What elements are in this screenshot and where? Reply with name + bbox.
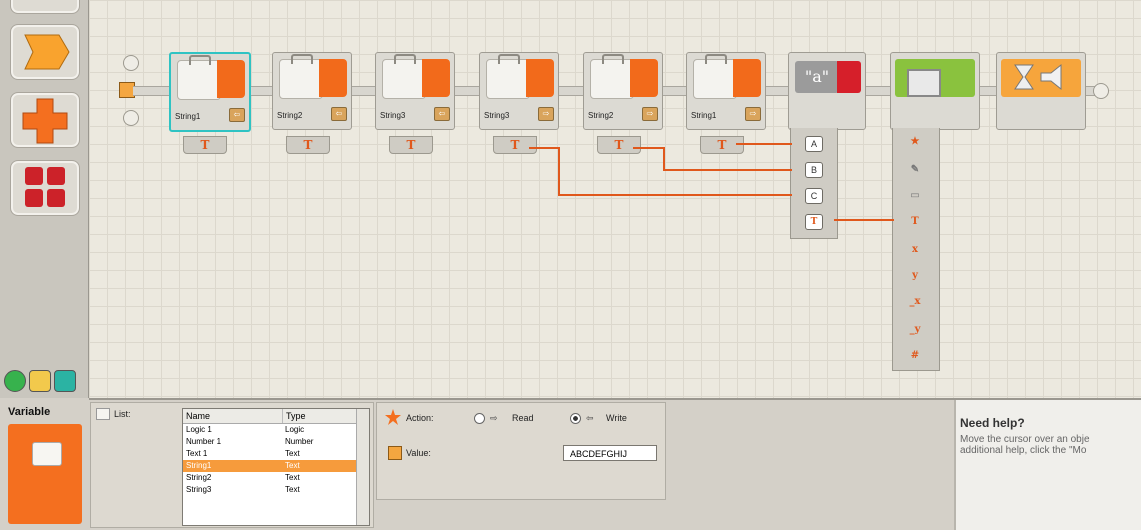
write-label: Write — [606, 413, 627, 423]
list-item[interactable]: String3 Text — [183, 484, 369, 496]
help-title: Need help? — [960, 416, 1025, 430]
list-item[interactable]: String2 Text — [183, 472, 369, 484]
variable-briefcase-icon — [8, 424, 82, 524]
help-panel: Need help? Move the cursor over an obje … — [954, 400, 1141, 530]
list-icon — [96, 408, 110, 420]
palette-flow-button[interactable] — [10, 24, 80, 80]
read-arrow-icon: ⇨ — [490, 413, 498, 423]
wire-string3-to-c — [529, 147, 792, 196]
flow-shape-icon — [24, 34, 70, 70]
block-palette — [0, 0, 89, 398]
panel-title: Variable — [8, 406, 51, 418]
read-radio[interactable] — [474, 413, 485, 424]
complete-tab-icon[interactable] — [29, 370, 51, 392]
plus-shape-icon — [22, 98, 68, 144]
grid-shape-icon — [25, 167, 65, 207]
list-scrollbar[interactable] — [356, 409, 369, 525]
write-radio[interactable] — [570, 413, 581, 424]
list-item[interactable]: Logic 1 Logic — [183, 424, 369, 436]
write-arrow-icon: ⇦ — [586, 413, 594, 423]
custom-tab-icon[interactable] — [54, 370, 76, 392]
list-item[interactable]: Number 1 Number — [183, 436, 369, 448]
action-label: Action: — [406, 413, 434, 423]
list-item[interactable]: Text 1 Text — [183, 448, 369, 460]
column-header-type[interactable]: Type — [283, 409, 357, 423]
help-text: Move the cursor over an obje additional … — [960, 434, 1090, 456]
value-label: Value: — [406, 448, 431, 458]
wire-string2-to-b — [633, 147, 792, 171]
column-header-name[interactable]: Name — [183, 409, 283, 423]
program-canvas[interactable]: String1 ⇦ String2 ⇦ String3 ⇦ String3 ⇨ … — [89, 0, 1141, 398]
data-wires — [529, 143, 894, 221]
value-field[interactable]: ABCDEFGHIJ — [563, 445, 657, 461]
list-label: List: — [114, 409, 131, 419]
value-field-icon — [388, 446, 402, 460]
list-item-selected[interactable]: String1 Text — [183, 460, 369, 472]
variable-list[interactable]: Name Type Logic 1 Logic Number 1 Number Te… — [182, 408, 370, 526]
common-tab-icon[interactable] — [4, 370, 26, 392]
palette-action-button[interactable] — [10, 92, 80, 148]
palette-data-button[interactable] — [10, 160, 80, 216]
read-label: Read — [512, 413, 534, 423]
action-star-icon — [385, 409, 401, 425]
palette-button-top[interactable] — [10, 0, 80, 14]
